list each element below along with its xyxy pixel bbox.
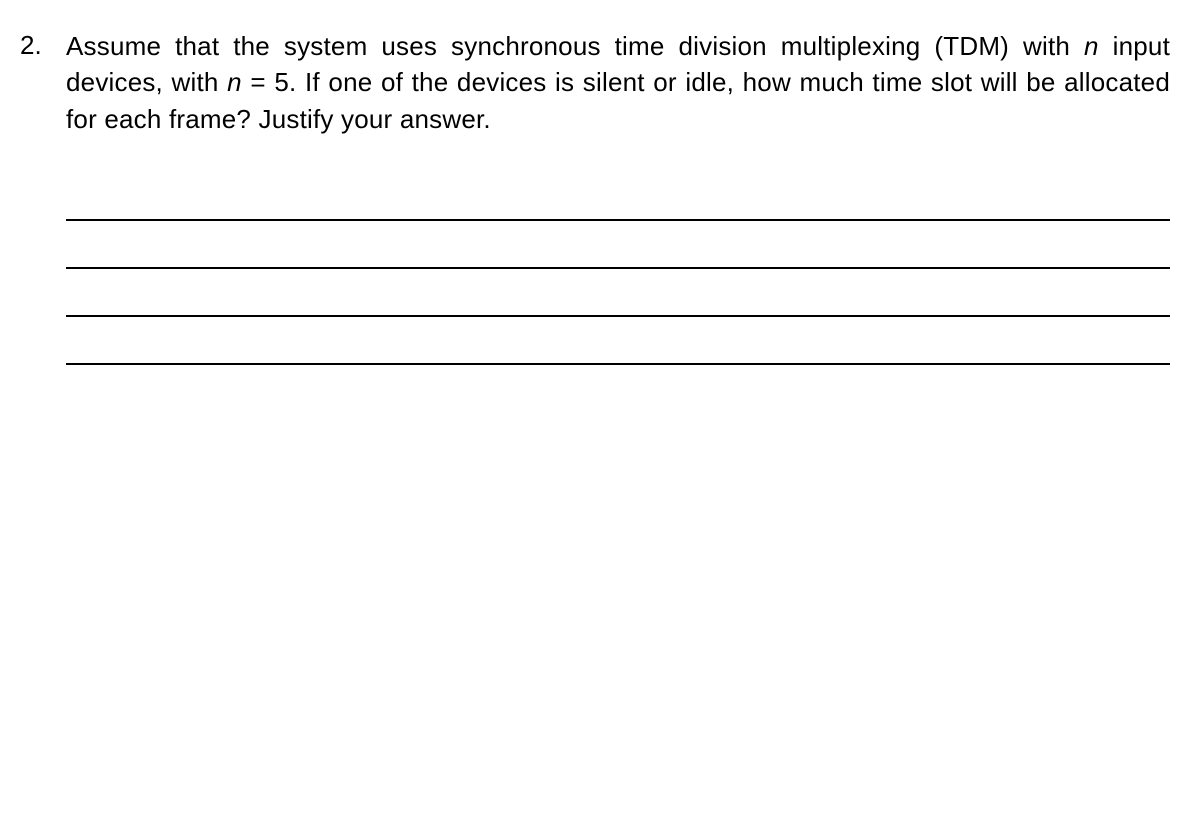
answer-line[interactable] bbox=[66, 269, 1170, 317]
question-number: 2. bbox=[20, 28, 50, 63]
answer-lines-area bbox=[66, 179, 1170, 365]
question-text: Assume that the system uses synchronous … bbox=[66, 28, 1170, 137]
text-prefix: Assume that the system uses synchronous … bbox=[66, 31, 1084, 61]
answer-line[interactable] bbox=[66, 317, 1170, 365]
variable-n-1: n bbox=[1084, 31, 1099, 61]
question-body: Assume that the system uses synchronous … bbox=[66, 28, 1170, 365]
question-block: 2. Assume that the system uses synchrono… bbox=[20, 28, 1170, 365]
answer-line[interactable] bbox=[66, 221, 1170, 269]
answer-line[interactable] bbox=[66, 179, 1170, 221]
variable-n-2: n bbox=[227, 67, 242, 97]
